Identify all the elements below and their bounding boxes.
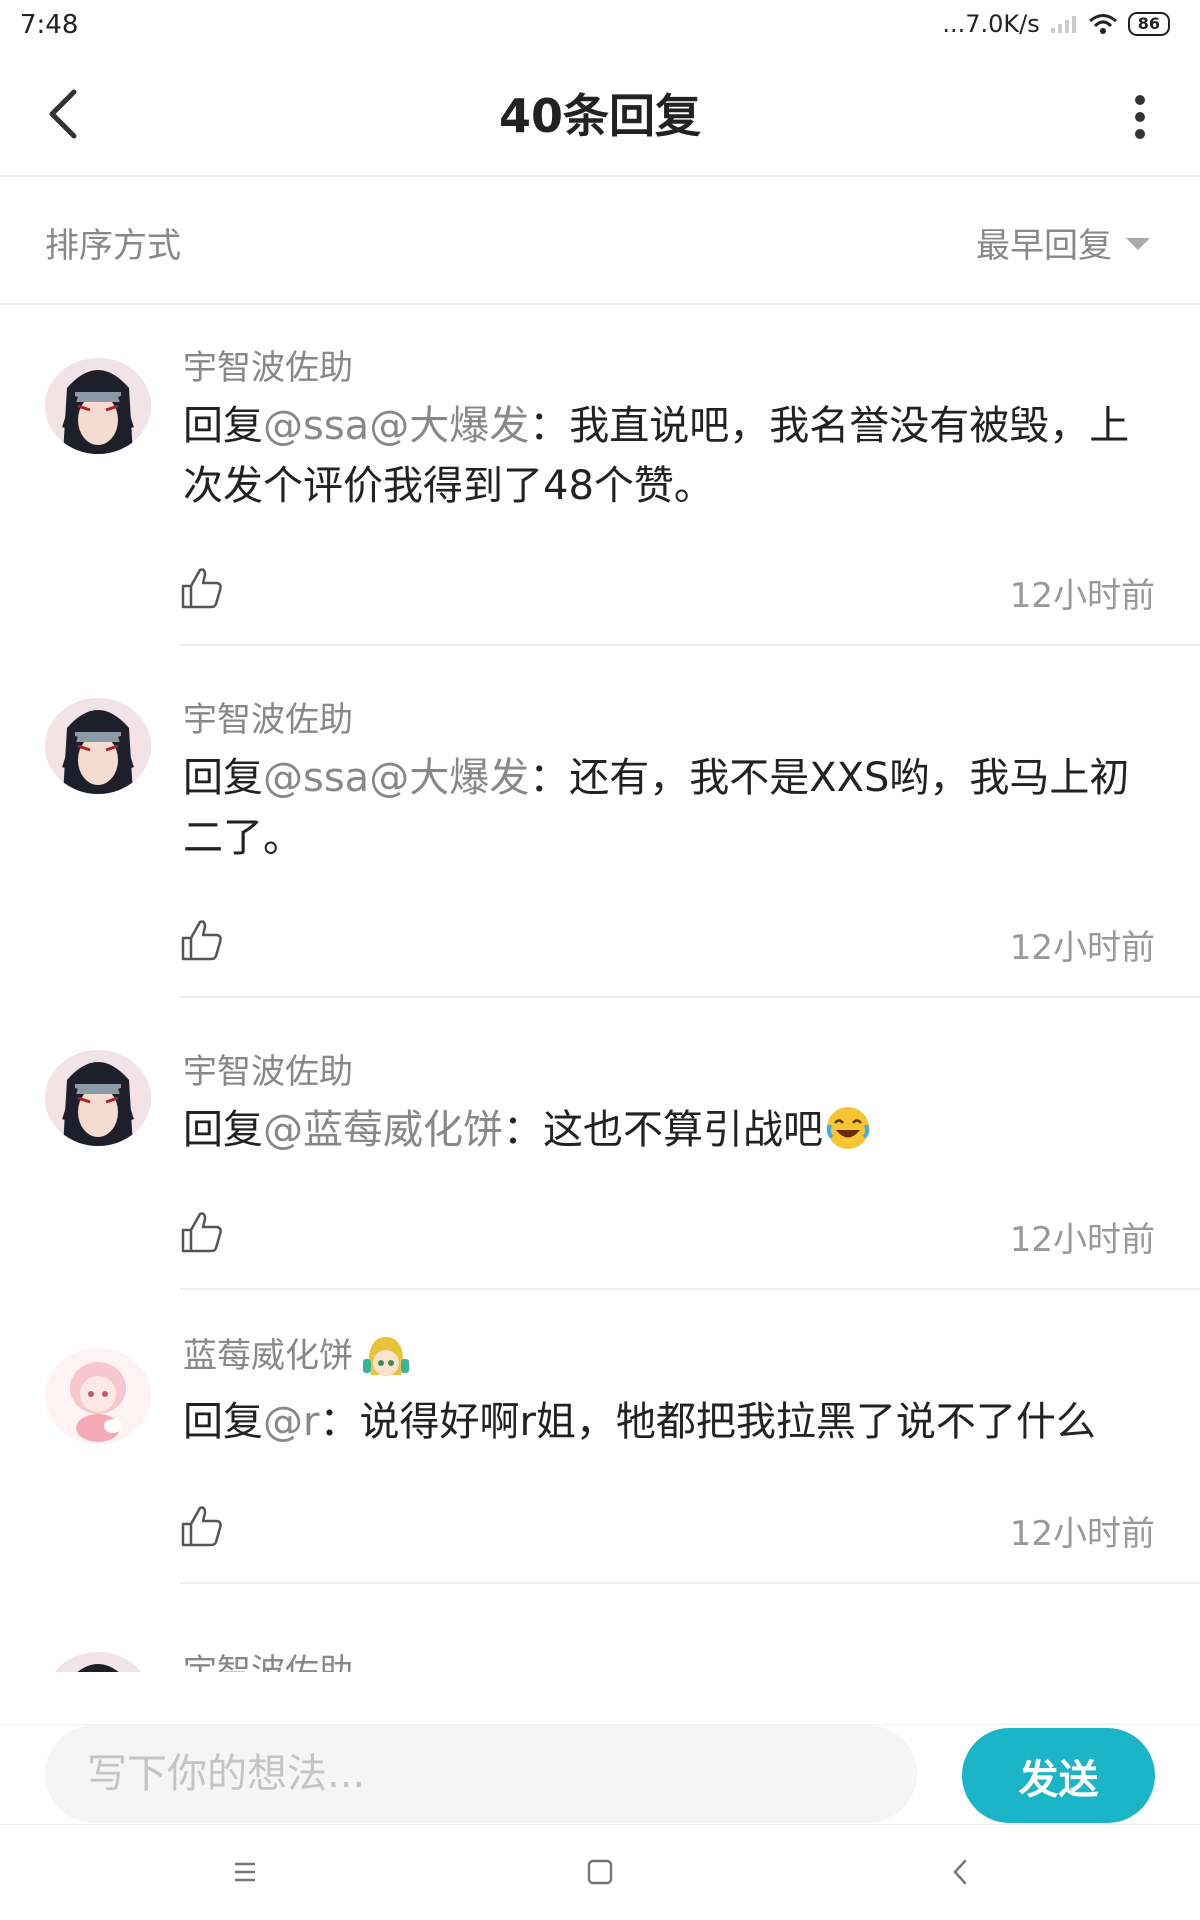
username-text: 蓝莓威化饼 xyxy=(183,1336,353,1376)
avatar[interactable] xyxy=(45,358,151,454)
laugh-emoji-icon xyxy=(826,1107,870,1149)
page-title: 40条回复 xyxy=(498,89,701,143)
avatar[interactable] xyxy=(45,1652,151,1672)
reply-content: 回复@ssa@大爆发：我直说吧，我名誉没有被毁，上次发个评价我得到了48个赞。 xyxy=(183,396,1158,516)
reply-text: ：这也不算引战吧 xyxy=(503,1107,823,1153)
reply-prefix: 回复 xyxy=(183,1107,263,1153)
reply-content: 回复@r：说得好啊r姐，牠都把我拉黑了说不了什么 xyxy=(183,1392,1158,1452)
network-speed: ...7.0K/s xyxy=(942,10,1040,38)
reply-time: 12小时前 xyxy=(1009,1514,1155,1554)
battery-indicator: 86 xyxy=(1127,12,1170,36)
send-button[interactable]: 发送 xyxy=(962,1728,1155,1823)
username[interactable]: 宇智波佐助 xyxy=(183,1644,353,1672)
avatar[interactable] xyxy=(45,698,151,794)
caret-down-icon[interactable] xyxy=(1126,238,1150,250)
sort-dropdown[interactable]: 最早回复 xyxy=(976,218,1112,267)
username[interactable]: 蓝莓威化饼 xyxy=(183,1328,411,1381)
reply-item: 宇智波佐助 回复@蓝莓威化饼：这也不算引战吧 12小时前 xyxy=(0,998,1200,1290)
avatar-image xyxy=(45,1348,151,1444)
mention-link[interactable]: @ssa@大爆发 xyxy=(263,403,529,449)
avatar-image xyxy=(45,1050,151,1146)
avatar-image xyxy=(45,698,151,794)
username[interactable]: 宇智波佐助 xyxy=(183,692,353,741)
reply-time: 12小时前 xyxy=(1009,1220,1155,1260)
reply-list[interactable]: 宇智波佐助 回复@ssa@大爆发：我直说吧，我名誉没有被毁，上次发个评价我得到了… xyxy=(0,306,1200,1672)
reply-text: ：说得好啊r姐，牠都把我拉黑了说不了什么 xyxy=(319,1399,1096,1445)
more-icon[interactable] xyxy=(1130,92,1150,142)
reply-item: 宇智波佐助 回复@ssa@大爆发：还有，我不是XXS哟，我马上初二了。 12小时… xyxy=(0,646,1200,998)
reply-content: 回复@ssa@大爆发：还有，我不是XXS哟，我马上初二了。 xyxy=(183,748,1158,868)
reply-item: 宇智波佐助 xyxy=(0,1584,1200,1672)
comment-composer: 发送 xyxy=(0,1724,1200,1824)
reply-time: 12小时前 xyxy=(1009,576,1155,616)
comment-input[interactable] xyxy=(45,1725,917,1823)
app-header: 40条回复 xyxy=(0,52,1200,177)
username[interactable]: 宇智波佐助 xyxy=(183,1044,353,1093)
avatar[interactable] xyxy=(45,1050,151,1146)
character-badge-icon xyxy=(363,1336,409,1376)
avatar[interactable] xyxy=(45,1348,151,1444)
wifi-icon xyxy=(1088,14,1117,34)
mention-link[interactable]: @r xyxy=(263,1399,319,1445)
sort-bar: 排序方式 最早回复 xyxy=(0,178,1200,305)
avatar-image xyxy=(45,1652,151,1672)
status-icons: ...7.0K/s 86 xyxy=(942,10,1170,38)
back-nav-icon[interactable] xyxy=(930,1847,990,1897)
like-icon[interactable] xyxy=(180,1504,224,1548)
reply-content: 回复@蓝莓威化饼：这也不算引战吧 xyxy=(183,1100,1158,1160)
signal-icon xyxy=(1050,16,1076,33)
avatar-image xyxy=(45,358,151,454)
reply-item: 蓝莓威化饼 回复@r：说得好啊r姐，牠都把我拉黑了说不了什么 12小时前 xyxy=(0,1290,1200,1584)
system-nav-bar xyxy=(0,1824,1200,1920)
reply-item: 宇智波佐助 回复@ssa@大爆发：我直说吧，我名誉没有被毁，上次发个评价我得到了… xyxy=(0,306,1200,646)
like-icon[interactable] xyxy=(180,1210,224,1254)
like-icon[interactable] xyxy=(180,918,224,962)
mention-link[interactable]: @ssa@大爆发 xyxy=(263,755,529,801)
reply-prefix: 回复 xyxy=(183,1399,263,1445)
reply-prefix: 回复 xyxy=(183,755,263,801)
username[interactable]: 宇智波佐助 xyxy=(183,340,353,389)
mention-link[interactable]: @蓝莓威化饼 xyxy=(263,1107,503,1153)
status-time: 7:48 xyxy=(20,10,79,40)
status-bar: 7:48 ...7.0K/s 86 xyxy=(0,0,1200,52)
reply-time: 12小时前 xyxy=(1009,928,1155,968)
sort-label: 排序方式 xyxy=(45,226,181,266)
like-icon[interactable] xyxy=(180,566,224,610)
menu-icon[interactable] xyxy=(215,1847,275,1897)
home-icon[interactable] xyxy=(570,1847,630,1897)
reply-prefix: 回复 xyxy=(183,403,263,449)
